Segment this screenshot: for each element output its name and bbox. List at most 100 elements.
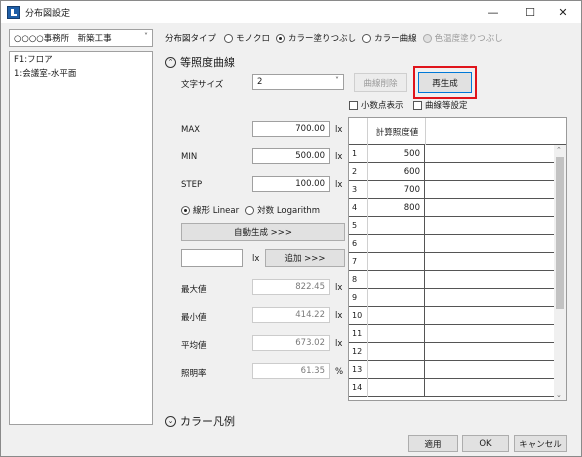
illuminance-cell[interactable]: 600 <box>369 163 425 181</box>
row-number: 13 <box>349 361 368 379</box>
decimal-checkbox[interactable]: 小数点表示 <box>349 99 404 111</box>
step-label: STEP <box>181 180 203 190</box>
max-input[interactable]: 700.00 <box>252 121 330 137</box>
table-row[interactable]: 13 <box>349 361 554 379</box>
project-select-value: ○○○○事務所 新築工事 <box>14 34 112 44</box>
illuminance-cell[interactable] <box>369 361 425 379</box>
table-row[interactable]: 10 <box>349 307 554 325</box>
list-item[interactable]: 1:会議室-水平面 <box>10 66 152 80</box>
illuminance-cell[interactable] <box>369 379 425 397</box>
illuminance-cell[interactable]: 500 <box>369 145 425 163</box>
table-row[interactable]: 3 700 <box>349 181 554 199</box>
curve-settings-checkbox[interactable]: 曲線等設定 <box>413 99 468 111</box>
title-bar: 分布図設定 — ☐ ✕ <box>1 1 581 23</box>
row-number: 14 <box>349 379 368 397</box>
illuminance-cell[interactable] <box>369 217 425 235</box>
row-number: 12 <box>349 343 368 361</box>
radio-color-curve[interactable]: カラー曲線 <box>362 32 417 44</box>
table-row[interactable]: 14 <box>349 379 554 397</box>
row-number: 2 <box>349 163 368 181</box>
grid-header: 計算照度値 <box>349 118 566 145</box>
ok-button[interactable]: OK <box>462 435 509 452</box>
add-value-input[interactable] <box>181 249 243 267</box>
percent-unit: % <box>335 367 344 377</box>
list-item[interactable]: F1:フロア <box>10 52 152 66</box>
project-select[interactable]: ○○○○事務所 新築工事 ˅ <box>9 29 153 47</box>
lx-unit: lx <box>335 283 343 293</box>
max-stat-label: 最大値 <box>181 285 207 295</box>
table-row[interactable]: 1 500 <box>349 145 554 163</box>
apply-button[interactable]: 適用 <box>408 435 458 452</box>
illuminance-cell[interactable] <box>369 271 425 289</box>
room-list[interactable]: F1:フロア 1:会議室-水平面 <box>9 51 153 425</box>
radio-icon <box>362 33 372 43</box>
checkbox-icon <box>413 101 422 110</box>
lx-unit: lx <box>335 152 343 162</box>
close-button[interactable]: ✕ <box>545 1 581 23</box>
table-row[interactable]: 6 <box>349 235 554 253</box>
minimize-button[interactable]: — <box>475 1 511 23</box>
dialog-window: 分布図設定 — ☐ ✕ ○○○○事務所 新築工事 ˅ F1:フロア 1:会議室-… <box>0 0 582 457</box>
radio-label: 色温度塗りつぶし <box>434 34 503 44</box>
table-row[interactable]: 12 <box>349 343 554 361</box>
scrollbar-thumb[interactable] <box>556 157 564 309</box>
radio-label: カラー曲線 <box>374 34 417 44</box>
chevron-down-icon: ˅ <box>335 76 339 85</box>
illuminance-cell[interactable] <box>369 235 425 253</box>
collapse-chevron-up-icon: ⌃ <box>165 56 176 68</box>
illuminance-cell[interactable]: 800 <box>369 199 425 217</box>
column-divider <box>425 118 426 145</box>
radio-icon <box>245 205 255 215</box>
grid-corner <box>349 118 368 145</box>
lx-unit: lx <box>252 254 260 264</box>
table-row[interactable]: 9 <box>349 289 554 307</box>
illuminance-cell[interactable] <box>369 289 425 307</box>
illuminance-cell[interactable] <box>369 325 425 343</box>
row-number: 9 <box>349 289 368 307</box>
legend-section-header[interactable]: ⌄ カラー凡例 <box>165 413 235 429</box>
step-input[interactable]: 100.00 <box>252 176 330 192</box>
row-number: 4 <box>349 199 368 217</box>
table-row[interactable]: 11 <box>349 325 554 343</box>
radio-selected-icon <box>276 33 286 43</box>
app-icon <box>7 6 20 19</box>
table-row[interactable]: 2 600 <box>349 163 554 181</box>
lx-unit: lx <box>335 311 343 321</box>
min-input[interactable]: 500.00 <box>252 148 330 164</box>
grid-column-header[interactable]: 計算照度値 <box>369 126 425 138</box>
row-number: 5 <box>349 217 368 235</box>
maximize-button[interactable]: ☐ <box>512 1 548 23</box>
max-stat-value: 822.45 <box>252 279 330 295</box>
illuminance-cell[interactable]: 700 <box>369 181 425 199</box>
min-stat-value: 414.22 <box>252 307 330 323</box>
radio-linear[interactable]: 線形 Linear <box>181 204 239 216</box>
radio-label: 対数 Logarithm <box>257 206 321 216</box>
lx-unit: lx <box>335 180 343 190</box>
avg-stat-label: 平均値 <box>181 341 207 351</box>
scroll-up-icon[interactable]: ⌃ <box>556 146 562 154</box>
table-row[interactable]: 4 800 <box>349 199 554 217</box>
illuminance-grid[interactable]: 計算照度値 1 500 2 600 3 700 4 800 5 6 7 8 9 10 11 12 13 14 ⌃ … <box>348 117 567 401</box>
row-number: 8 <box>349 271 368 289</box>
radio-logarithm[interactable]: 対数 Logarithm <box>245 204 320 216</box>
cancel-button[interactable]: キャンセル <box>514 435 567 452</box>
radio-selected-icon <box>181 205 190 215</box>
radio-monochrome[interactable]: モノクロ <box>224 32 270 44</box>
scroll-down-icon[interactable]: ⌄ <box>556 391 562 399</box>
table-row[interactable]: 5 <box>349 217 554 235</box>
illuminance-cell[interactable] <box>369 253 425 271</box>
auto-generate-button[interactable]: 自動生成 >>> <box>181 223 345 241</box>
illuminance-cell[interactable] <box>369 307 425 325</box>
radio-label: 線形 Linear <box>193 206 240 216</box>
min-label: MIN <box>181 152 198 162</box>
table-row[interactable]: 7 <box>349 253 554 271</box>
table-row[interactable]: 8 <box>349 271 554 289</box>
chart-type-row: 分布図タイプ モノクロ カラー塗りつぶし カラー曲線 色温度塗りつぶし <box>165 31 509 45</box>
vertical-scrollbar[interactable]: ⌃ ⌄ <box>554 145 566 400</box>
radio-color-fill[interactable]: カラー塗りつぶし <box>276 32 356 44</box>
radio-color-temperature: 色温度塗りつぶし <box>422 32 503 44</box>
font-size-select[interactable]: 2 ˅ <box>252 74 344 90</box>
contour-section-header[interactable]: ⌃ 等照度曲線 <box>165 54 235 70</box>
illuminance-cell[interactable] <box>369 343 425 361</box>
add-button[interactable]: 追加 >>> <box>265 249 345 267</box>
